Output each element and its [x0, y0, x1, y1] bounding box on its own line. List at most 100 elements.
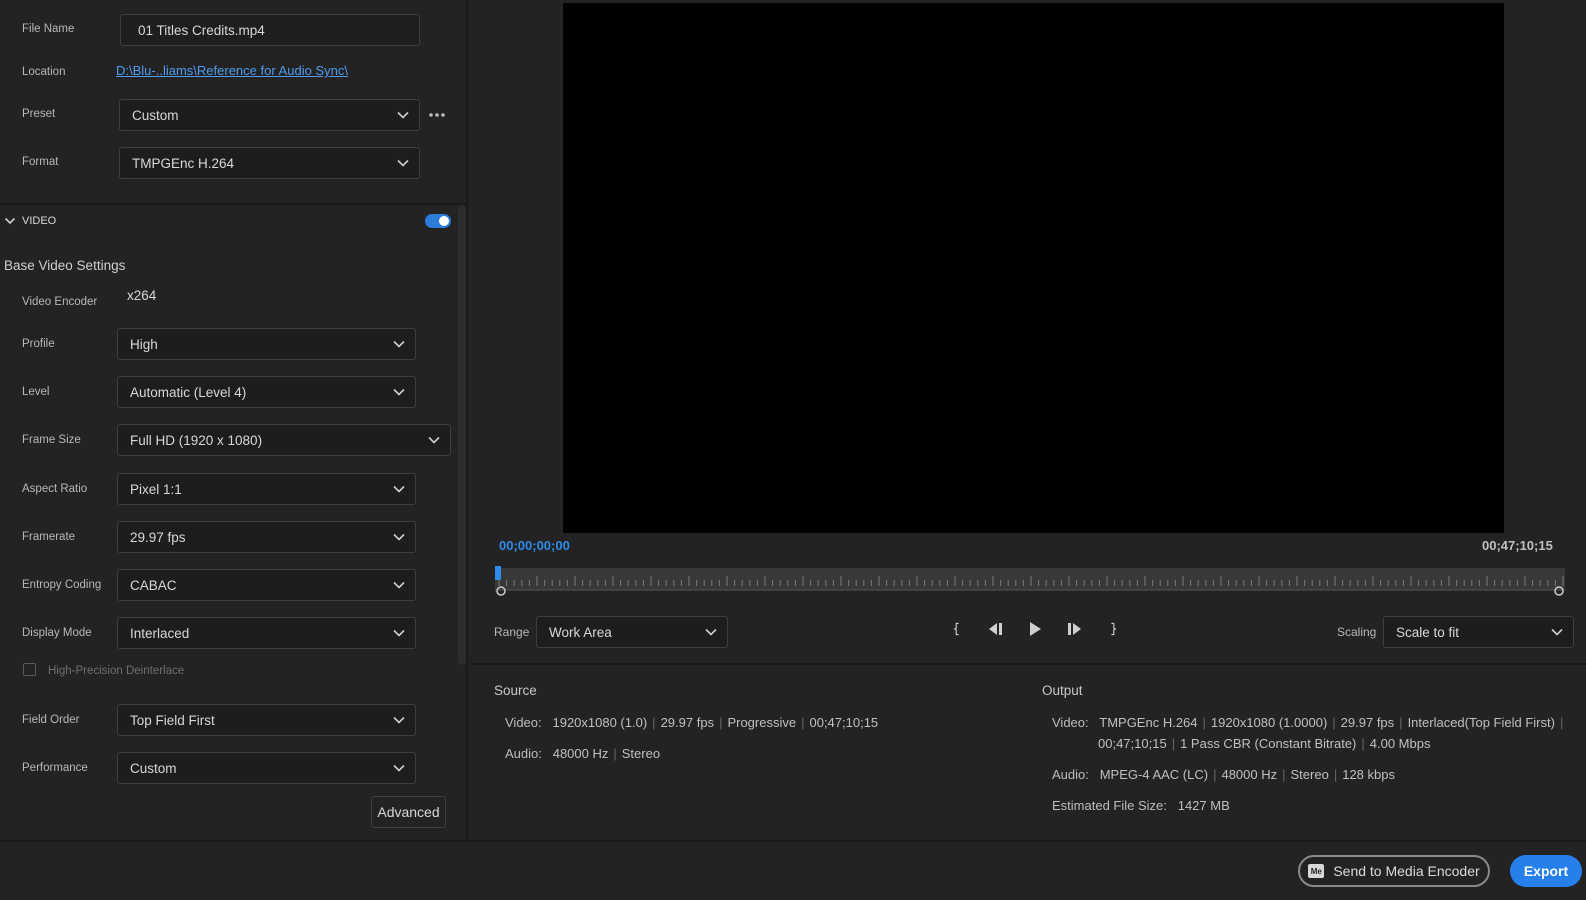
range-value: Work Area [549, 624, 612, 640]
aspect-ratio-dropdown[interactable]: Pixel 1:1 [117, 473, 416, 505]
source-video-duration: 00;47;10;15 [809, 715, 879, 730]
video-section-header[interactable]: VIDEO [0, 210, 455, 234]
entropy-coding-label: Entropy Coding [22, 579, 102, 591]
mark-out-icon [1111, 622, 1117, 636]
advanced-button[interactable]: Advanced [371, 796, 446, 828]
high-precision-deinterlace-label: High-Precision Deinterlace [48, 665, 185, 677]
chevron-down-icon [397, 159, 409, 167]
format-dropdown[interactable]: TMPGEnc H.264 [119, 147, 420, 179]
output-video-scan: Interlaced(Top Field First) [1407, 715, 1555, 730]
aspect-ratio-label: Aspect Ratio [22, 483, 88, 495]
chevron-down-icon [397, 111, 409, 119]
send-to-media-encoder-button[interactable]: Me Send to Media Encoder [1298, 855, 1490, 887]
source-video-resolution: 1920x1080 (1.0) [552, 715, 648, 730]
chevron-down-icon [393, 533, 405, 541]
aspect-ratio-value: Pixel 1:1 [130, 481, 182, 497]
video-encoder-label: Video Encoder [22, 296, 98, 308]
video-toggle[interactable] [425, 214, 451, 228]
source-video-scan: Progressive [727, 715, 797, 730]
estimated-file-size-label: Estimated File Size: [1052, 798, 1167, 813]
output-video-bitrate-mode: 1 Pass CBR (Constant Bitrate) [1180, 736, 1357, 751]
play-icon [1030, 622, 1041, 636]
chevron-down-icon [393, 581, 405, 589]
profile-value: High [130, 336, 158, 352]
output-video-codec: TMPGEnc H.264 [1099, 715, 1198, 730]
output-video-label: Video: [1052, 715, 1089, 730]
source-audio-channels: Stereo [621, 746, 661, 761]
video-encoder-value: x264 [127, 288, 157, 303]
chevron-down-icon [393, 764, 405, 772]
chevron-down-icon[interactable] [4, 215, 16, 227]
scaling-value: Scale to fit [1396, 624, 1460, 640]
output-video-info: Video: TMPGEnc H.264 | 1920x1080 (1.0000) |… [1052, 715, 1564, 730]
estimated-file-size: Estimated File Size: 1427 MB [1052, 798, 1230, 813]
send-to-media-encoder-label: Send to Media Encoder [1333, 863, 1480, 879]
export-settings-panel: File Name 01 Titles Credits.mp4 Location… [0, 0, 468, 840]
source-video-fps: 29.97 fps [660, 715, 715, 730]
output-heading: Output [1042, 683, 1083, 698]
scaling-label: Scaling [1337, 625, 1377, 639]
output-audio-channels: Stereo [1290, 767, 1329, 782]
play-button[interactable] [1024, 618, 1046, 640]
range-label: Range [494, 625, 530, 639]
output-audio-rate: 48000 Hz [1221, 767, 1278, 782]
more-options-icon[interactable] [428, 112, 446, 118]
performance-label: Performance [22, 762, 88, 774]
mark-in-icon [953, 622, 959, 636]
entropy-coding-dropdown[interactable]: CABAC [117, 569, 416, 601]
source-video-info: Video: 1920x1080 (1.0) | 29.97 fps | Progres… [505, 715, 879, 730]
scrollbar[interactable] [458, 205, 466, 665]
chevron-down-icon [393, 716, 405, 724]
scaling-dropdown[interactable]: Scale to fit [1383, 616, 1574, 648]
video-section-title: VIDEO [22, 215, 57, 227]
frame-size-dropdown[interactable]: Full HD (1920 x 1080) [117, 424, 451, 456]
range-dropdown[interactable]: Work Area [536, 616, 728, 648]
current-timecode[interactable]: 00;00;00;00 [499, 538, 570, 553]
timeline-scrubber[interactable] [495, 566, 1565, 596]
display-mode-label: Display Mode [22, 627, 92, 639]
preset-value: Custom [132, 107, 179, 123]
source-heading: Source [494, 683, 537, 698]
step-forward-button[interactable] [1064, 618, 1086, 640]
framerate-dropdown[interactable]: 29.97 fps [117, 521, 416, 553]
framerate-value: 29.97 fps [130, 529, 186, 545]
output-video-fps: 29.97 fps [1340, 715, 1395, 730]
profile-dropdown[interactable]: High [117, 328, 416, 360]
location-link[interactable]: D:\Blu-..liams\Reference for Audio Sync\ [116, 63, 348, 78]
divider [470, 663, 1586, 665]
performance-value: Custom [130, 760, 177, 776]
video-preview [563, 3, 1504, 533]
chevron-down-icon [393, 340, 405, 348]
file-name-input[interactable]: 01 Titles Credits.mp4 [120, 14, 420, 46]
high-precision-deinterlace-checkbox[interactable] [23, 663, 36, 676]
step-back-icon [989, 623, 1002, 635]
timeline-track[interactable] [495, 568, 1565, 590]
performance-dropdown[interactable]: Custom [117, 752, 416, 784]
output-audio-bitrate: 128 kbps [1342, 767, 1395, 782]
field-order-label: Field Order [22, 714, 80, 726]
field-order-dropdown[interactable]: Top Field First [117, 704, 416, 736]
export-button[interactable]: Export [1510, 855, 1582, 887]
output-video-resolution: 1920x1080 (1.0000) [1210, 715, 1328, 730]
set-out-point-button[interactable] [1102, 618, 1124, 640]
field-order-value: Top Field First [130, 712, 215, 728]
source-audio-label: Audio: [505, 746, 542, 761]
file-name-label: File Name [22, 23, 75, 35]
preset-dropdown[interactable]: Custom [119, 99, 420, 131]
profile-label: Profile [22, 338, 55, 350]
set-in-point-button[interactable] [946, 618, 968, 640]
frame-size-value: Full HD (1920 x 1080) [130, 432, 263, 448]
output-video-info-cont: 00;47;10;15 | 1 Pass CBR (Constant Bitrate… [1098, 736, 1431, 751]
chevron-down-icon [393, 388, 405, 396]
step-forward-icon [1068, 623, 1081, 635]
chevron-down-icon [428, 436, 440, 444]
display-mode-value: Interlaced [130, 625, 190, 641]
output-audio-label: Audio: [1052, 767, 1089, 782]
display-mode-dropdown[interactable]: Interlaced [117, 617, 416, 649]
level-dropdown[interactable]: Automatic (Level 4) [117, 376, 416, 408]
entropy-coding-value: CABAC [130, 577, 177, 593]
playhead[interactable] [495, 566, 501, 580]
step-back-button[interactable] [984, 618, 1006, 640]
output-audio-codec: MPEG-4 AAC (LC) [1099, 767, 1209, 782]
level-label: Level [22, 386, 50, 398]
